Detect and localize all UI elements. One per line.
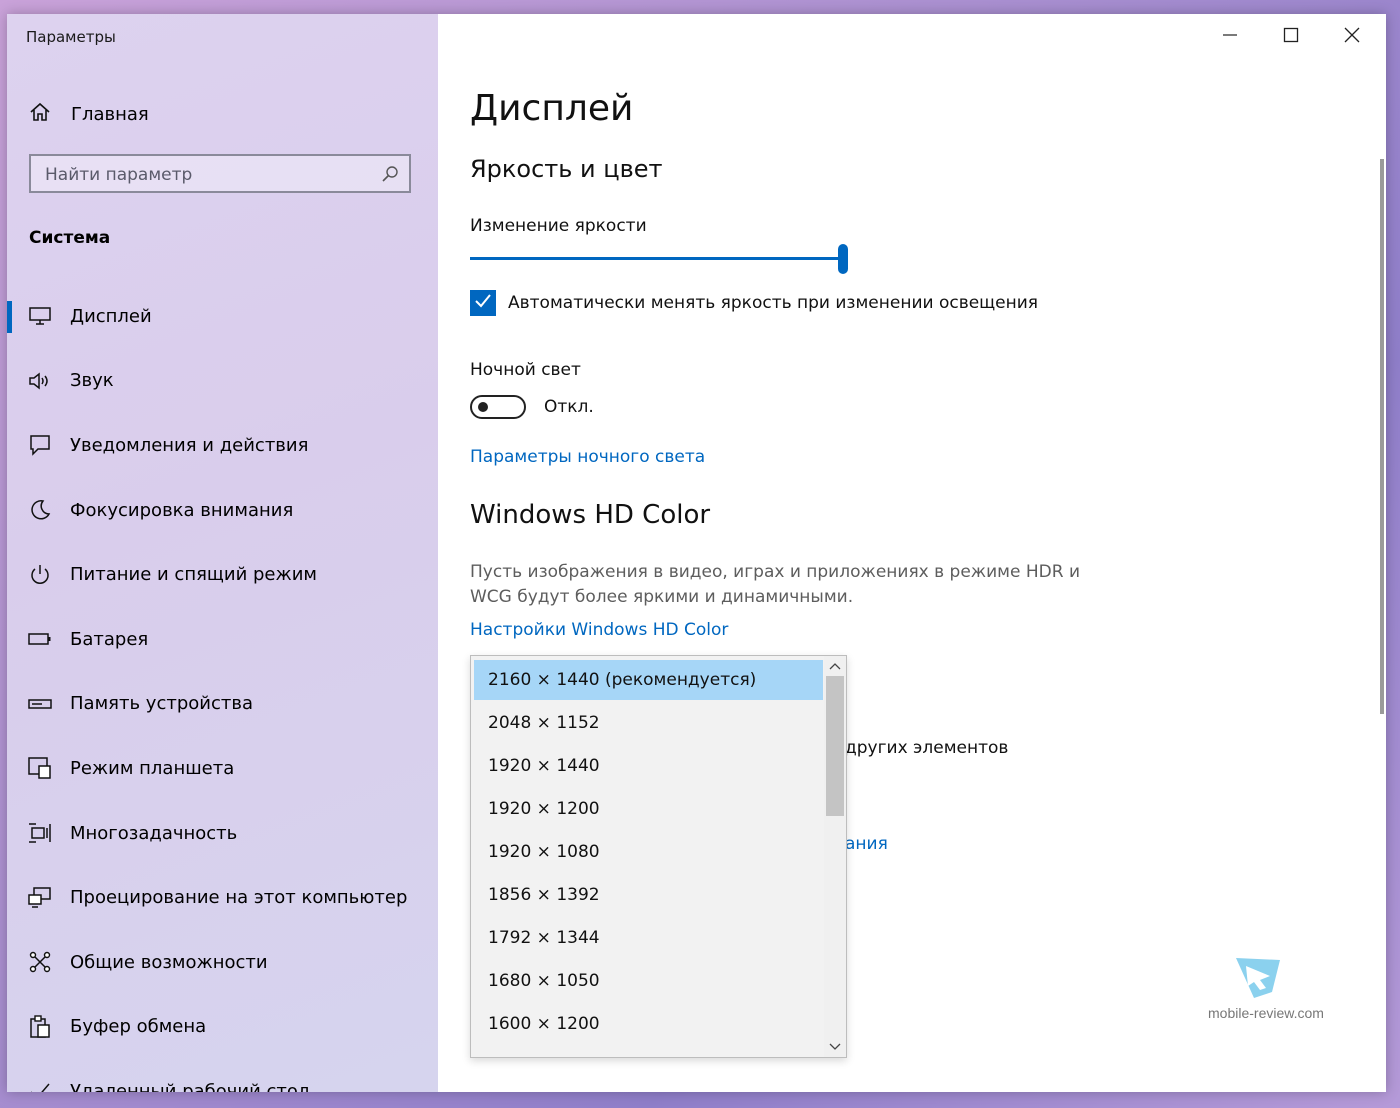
night-light-row: Откл. [470, 395, 594, 419]
sidebar-item-tablet[interactable]: Режим планшета [7, 736, 438, 801]
hd-color-title: Windows HD Color [470, 500, 711, 530]
page-scrollbar[interactable] [1380, 159, 1384, 714]
sidebar-item-projecting[interactable]: Проецирование на этот компьютер [7, 865, 438, 930]
resolution-option[interactable]: 2160 × 1440 (рекомендуется) [474, 660, 823, 700]
resolution-option[interactable]: 1920 × 1440 [474, 746, 823, 786]
sidebar-item-label: Память устройства [70, 693, 253, 715]
scroll-up-icon[interactable] [824, 658, 846, 674]
sidebar-item-label: Дисплей [70, 305, 152, 327]
auto-brightness-checkbox[interactable] [470, 290, 496, 316]
sidebar-item-label: Буфер обмена [70, 1016, 207, 1038]
resolution-option[interactable]: 1920 × 1080 [474, 832, 823, 872]
sidebar-item-clipboard[interactable]: Буфер обмена [7, 995, 438, 1060]
app-title: Параметры [26, 28, 116, 46]
night-light-state: Откл. [544, 397, 594, 417]
sidebar-item-focus[interactable]: Фокусировка внимания [7, 478, 438, 543]
resolution-option[interactable]: 2048 × 1152 [474, 703, 823, 743]
advanced-scaling-link-partial[interactable]: ания [845, 834, 888, 854]
watermark-text: mobile-review.com [1208, 1005, 1324, 1021]
battery-icon [28, 627, 52, 651]
notification-icon [28, 433, 52, 457]
sidebar-item-power[interactable]: Питание и спящий режим [7, 542, 438, 607]
home-icon [29, 101, 51, 127]
resolution-option[interactable]: 1680 × 1050 [474, 961, 823, 1001]
power-icon [28, 563, 52, 587]
section-brightness-title: Яркость и цвет [470, 155, 663, 183]
toggle-knob [478, 402, 488, 412]
brightness-slider[interactable] [470, 244, 848, 274]
night-light-toggle[interactable] [470, 395, 526, 419]
sidebar-item-multitasking[interactable]: Многозадачность [7, 801, 438, 866]
sidebar-item-shared[interactable]: Общие возможности [7, 930, 438, 995]
sidebar-item-label: Батарея [70, 628, 149, 650]
dropdown-scrollbar[interactable] [824, 656, 846, 1057]
tablet-icon [28, 756, 52, 780]
speaker-icon [28, 369, 52, 393]
settings-window: Параметры Главная Система Дисплей Звук [7, 14, 1386, 1092]
dropdown-scrollbar-thumb[interactable] [826, 676, 844, 816]
sidebar-item-label: Многозадачность [70, 822, 238, 844]
sidebar-home-label: Главная [71, 103, 149, 125]
brightness-label: Изменение яркости [470, 216, 647, 236]
brightness-slider-thumb[interactable] [838, 244, 848, 274]
auto-brightness-label: Автоматически менять яркость при изменен… [508, 293, 1039, 313]
hd-color-settings-link[interactable]: Настройки Windows HD Color [470, 620, 728, 640]
resolution-option[interactable]: 1856 × 1392 [474, 875, 823, 915]
sidebar-nav: Дисплей Звук Уведомления и действия Фоку… [7, 284, 438, 1092]
sidebar-section-title: Система [29, 228, 111, 248]
brightness-slider-fill [470, 257, 838, 260]
sidebar-item-label: Проецирование на этот компьютер [70, 887, 408, 909]
checkmark-icon [473, 291, 493, 315]
clipboard-icon [28, 1015, 52, 1039]
search-box[interactable] [29, 154, 411, 193]
scroll-down-icon[interactable] [824, 1039, 846, 1055]
sidebar-home[interactable]: Главная [29, 99, 149, 129]
sidebar-item-sound[interactable]: Звук [7, 349, 438, 414]
sidebar-item-label: Фокусировка внимания [70, 499, 294, 521]
sidebar: Параметры Главная Система Дисплей Звук [7, 14, 438, 1092]
project-icon [28, 886, 52, 910]
sidebar-item-display[interactable]: Дисплей [7, 284, 438, 349]
sidebar-item-notifications[interactable]: Уведомления и действия [7, 413, 438, 478]
sidebar-item-remote-desktop[interactable]: Удаленный рабочий стол [7, 1059, 438, 1092]
monitor-icon [28, 304, 52, 328]
scale-description-partial: других элементов [845, 738, 1009, 758]
auto-brightness-row[interactable]: Автоматически менять яркость при изменен… [470, 290, 1038, 316]
resolution-option[interactable]: 1792 × 1344 [474, 918, 823, 958]
multitask-icon [28, 821, 52, 845]
night-light-label: Ночной свет [470, 360, 581, 380]
remote-desktop-icon [28, 1079, 52, 1092]
resolution-option[interactable]: 1920 × 1200 [474, 789, 823, 829]
moon-icon [28, 498, 52, 522]
resolution-dropdown-list[interactable]: 2160 × 1440 (рекомендуется) 2048 × 1152 19… [470, 655, 847, 1058]
sidebar-item-battery[interactable]: Батарея [7, 607, 438, 672]
sidebar-item-storage[interactable]: Память устройства [7, 672, 438, 737]
resolution-option[interactable]: 1600 × 1200 [474, 1004, 823, 1044]
sidebar-item-label: Общие возможности [70, 951, 268, 973]
shared-icon [28, 950, 52, 974]
sidebar-item-label: Режим планшета [70, 757, 235, 779]
sidebar-item-label: Уведомления и действия [70, 434, 309, 456]
sidebar-item-label: Питание и спящий режим [70, 564, 317, 586]
search-icon[interactable] [381, 165, 399, 187]
search-input[interactable] [43, 162, 377, 188]
night-light-settings-link[interactable]: Параметры ночного света [470, 447, 705, 467]
content-pane: Дисплей Яркость и цвет Изменение яркости… [438, 14, 1386, 1092]
sidebar-item-label: Удаленный рабочий стол [70, 1080, 310, 1092]
storage-icon [28, 692, 52, 716]
hd-color-description: Пусть изображения в видео, играх и прило… [470, 562, 1080, 607]
page-title: Дисплей [470, 88, 634, 129]
sidebar-item-label: Звук [70, 370, 114, 392]
